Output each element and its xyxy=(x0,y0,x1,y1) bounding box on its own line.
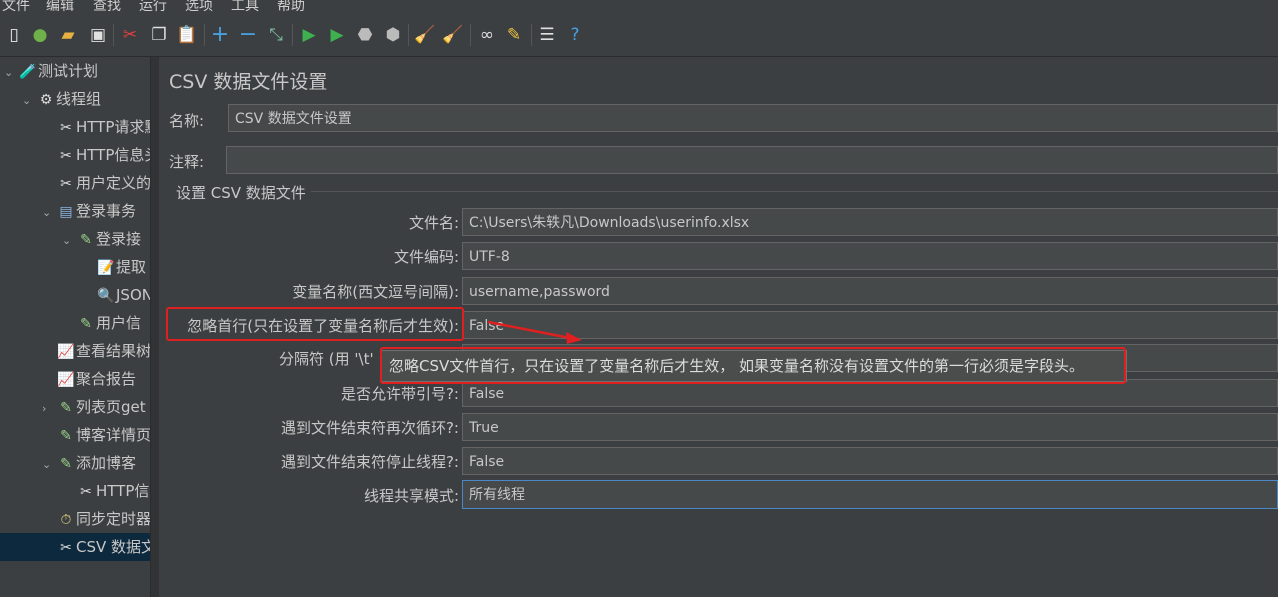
annotation-arrow xyxy=(487,320,582,344)
tooltip-annotation-box xyxy=(380,347,1126,384)
